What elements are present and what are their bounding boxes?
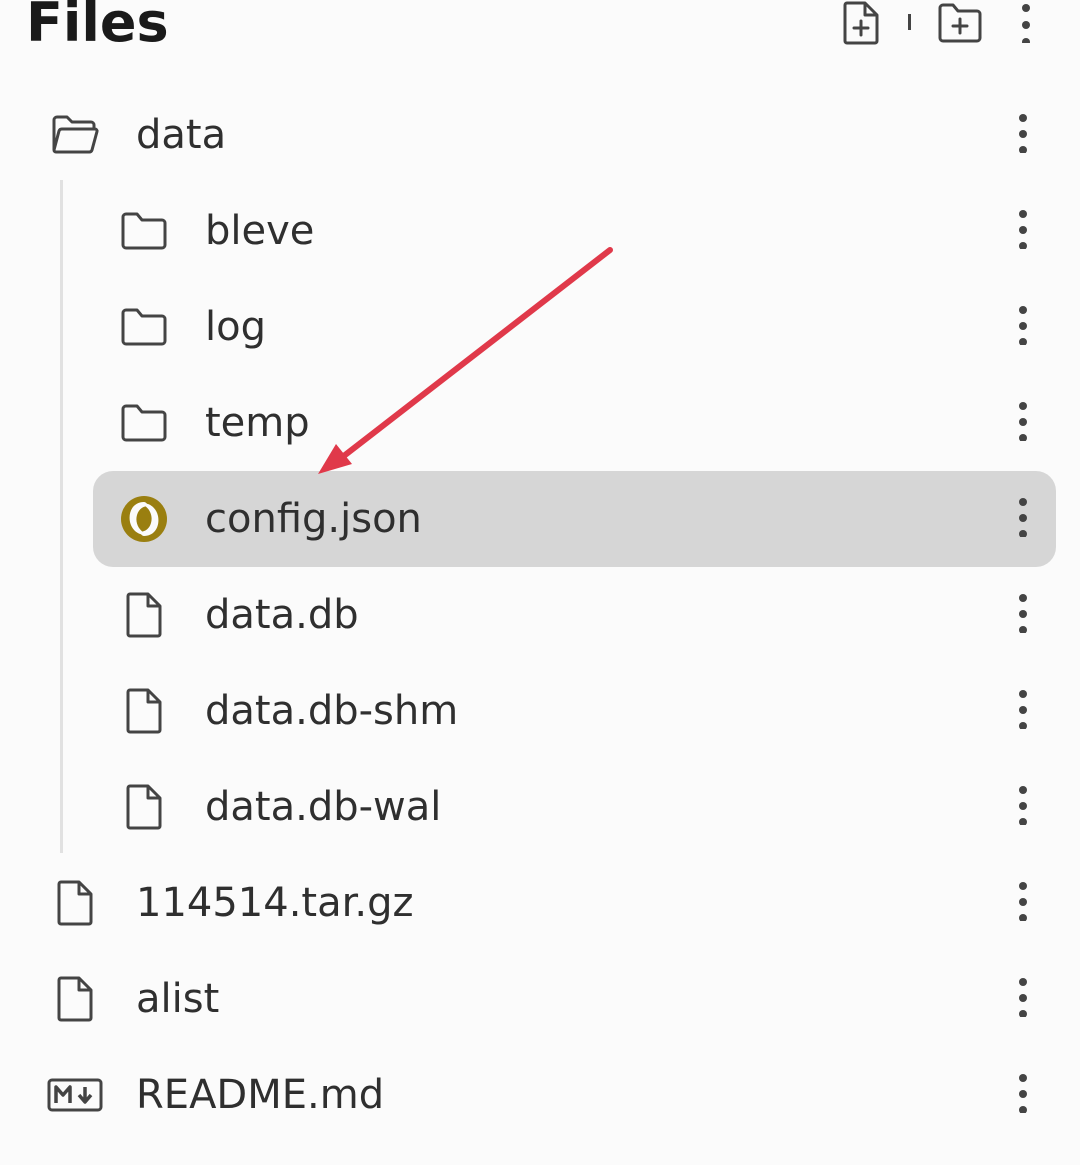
- tree-item-label: temp: [205, 400, 310, 446]
- more-vertical-icon: [1018, 881, 1028, 925]
- more-vertical-icon: [1018, 977, 1028, 1021]
- tree-item-data-db[interactable]: data.db: [0, 567, 1080, 663]
- folder-plus-icon: [938, 3, 982, 43]
- tree-item-label: data: [136, 112, 227, 158]
- file-plus-icon: [843, 1, 879, 45]
- tree-item-log[interactable]: log: [0, 279, 1080, 375]
- tree-item-bleve[interactable]: bleve: [0, 183, 1080, 279]
- tree-item-label: data.db-shm: [205, 688, 459, 734]
- file-icon: [120, 591, 168, 639]
- item-more-button[interactable]: [998, 969, 1048, 1029]
- tree-item-114514-tar-gz[interactable]: 114514.tar.gz: [0, 855, 1080, 951]
- new-folder-button[interactable]: [934, 0, 986, 46]
- more-vertical-icon: [1018, 401, 1028, 445]
- item-more-button[interactable]: [998, 585, 1048, 645]
- tree-item-label: 114514.tar.gz: [136, 880, 414, 926]
- folder-icon: [120, 303, 168, 351]
- item-more-button[interactable]: [998, 489, 1048, 549]
- folder-icon: [120, 207, 168, 255]
- tree-item-label: README.md: [136, 1072, 385, 1118]
- tree-item-alist[interactable]: alist: [0, 951, 1080, 1047]
- header-menu-button[interactable]: [1004, 0, 1048, 46]
- toolbar-divider: [908, 14, 911, 30]
- item-more-button[interactable]: [998, 873, 1048, 933]
- new-file-button[interactable]: [838, 0, 884, 46]
- tree-item-readme-md[interactable]: README.md: [0, 1047, 1080, 1143]
- tree-item-data-db-wal[interactable]: data.db-wal: [0, 759, 1080, 855]
- more-vertical-icon: [1018, 497, 1028, 541]
- tree-item-label: data.db: [205, 592, 359, 638]
- tree-item-label: alist: [136, 976, 220, 1022]
- markdown-icon: [46, 1071, 104, 1119]
- file-icon: [51, 975, 99, 1023]
- file-icon: [51, 879, 99, 927]
- tree-item-data[interactable]: data: [0, 87, 1080, 183]
- file-icon: [120, 783, 168, 831]
- more-vertical-icon: [1022, 4, 1030, 43]
- folder-icon: [120, 399, 168, 447]
- tree-item-label: log: [205, 304, 266, 350]
- item-more-button[interactable]: [998, 777, 1048, 837]
- more-vertical-icon: [1018, 785, 1028, 829]
- tree-item-label: bleve: [205, 208, 315, 254]
- more-vertical-icon: [1018, 689, 1028, 733]
- item-more-button[interactable]: [998, 105, 1048, 165]
- more-vertical-icon: [1018, 593, 1028, 637]
- tree-item-label: data.db-wal: [205, 784, 442, 830]
- tree-item-config-json[interactable]: config.json: [0, 471, 1080, 567]
- page-title: Files: [26, 0, 169, 54]
- more-vertical-icon: [1018, 209, 1028, 253]
- file-explorer: Files data bleve log temp config.json data.db…: [0, 0, 1080, 1165]
- item-more-button[interactable]: [998, 1065, 1048, 1125]
- more-vertical-icon: [1018, 113, 1028, 157]
- more-vertical-icon: [1018, 305, 1028, 349]
- tree-item-label: config.json: [205, 496, 422, 542]
- item-more-button[interactable]: [998, 201, 1048, 261]
- folder-open-icon: [51, 111, 99, 159]
- item-more-button[interactable]: [998, 681, 1048, 741]
- tree-item-temp[interactable]: temp: [0, 375, 1080, 471]
- tree-item-data-db-shm[interactable]: data.db-shm: [0, 663, 1080, 759]
- more-vertical-icon: [1018, 1073, 1028, 1117]
- json-icon: [120, 495, 168, 543]
- item-more-button[interactable]: [998, 297, 1048, 357]
- file-icon: [120, 687, 168, 735]
- item-more-button[interactable]: [998, 393, 1048, 453]
